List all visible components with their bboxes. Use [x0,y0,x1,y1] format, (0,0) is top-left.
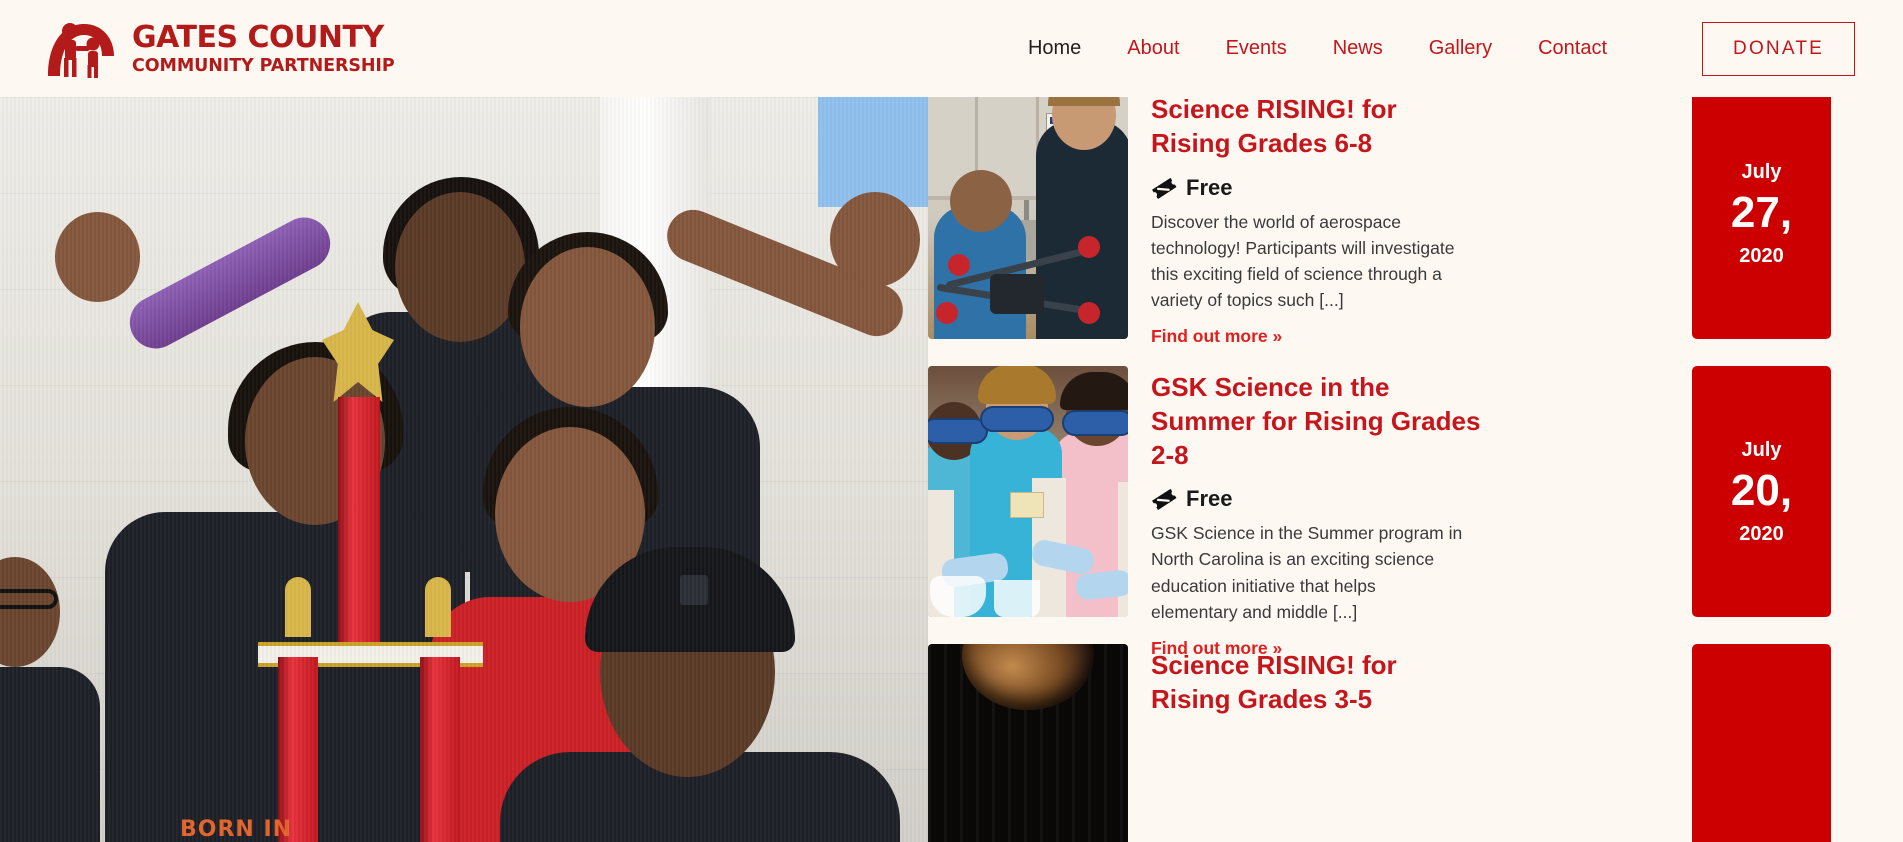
event-date-day: 20, [1730,465,1793,515]
event-card[interactable]: GSK Science in the Summer for Rising Gra… [928,366,1831,658]
nav-item-about[interactable]: About [1104,31,1202,66]
hero-person-1-left-hand [55,212,140,302]
hero-person-6-glasses-icon [0,589,58,609]
event-cost-row: Free [1151,486,1668,512]
event-thumbnail-dark-bubble[interactable] [928,644,1128,842]
site-header: GATES COUNTY COMMUNITY PARTNERSHIP Home … [0,0,1903,97]
event-card[interactable]: Science RISING! for Rising Grades 6-8 Fr… [928,97,1831,346]
event-date-year: 2020 [1739,244,1784,267]
event-date-badge: July 27, 2020 [1692,97,1831,339]
nav-item-contact[interactable]: Contact [1515,31,1630,66]
event-date-badge: July 20, 2020 [1692,366,1831,617]
event-date-day: 27, [1730,187,1793,237]
event-title[interactable]: Science RISING! for Rising Grades 6-8 [1151,97,1481,161]
brand-line-2: COMMUNITY PARTNERSHIP [132,56,395,77]
hero-photo: 2019 BORN IN 90's [0,97,928,842]
brand-wordmark: GATES COUNTY COMMUNITY PARTNERSHIP [132,21,395,76]
event-details: GSK Science in the Summer for Rising Gra… [1139,366,1692,658]
hero-person-6-body [0,667,100,842]
event-date-year: 2020 [1739,522,1784,545]
event-title[interactable]: GSK Science in the Summer for Rising Gra… [1151,371,1481,472]
hero-person-2-head [520,247,655,407]
page-body: 2019 BORN IN 90's [0,97,1903,842]
people-arch-logo-icon [40,18,118,80]
events-list: Science RISING! for Rising Grades 6-8 Fr… [928,97,1903,842]
event-title[interactable]: Science RISING! for Rising Grades 3-5 [1151,649,1481,717]
site-logo[interactable]: GATES COUNTY COMMUNITY PARTNERSHIP [40,18,395,80]
event-details: Science RISING! for Rising Grades 6-8 Fr… [1139,97,1692,346]
donate-button[interactable]: DONATE [1702,21,1855,76]
ticket-icon [1151,486,1177,512]
event-description: Discover the world of aerospace technolo… [1151,211,1455,310]
event-date-month: July [1741,160,1782,183]
nav-item-news[interactable]: News [1310,31,1406,66]
event-thumbnail-classroom-drone[interactable] [928,97,1128,339]
hero-person-1-right-hand [830,192,920,287]
trophy-column-right [420,657,460,842]
nav-item-home[interactable]: Home [1005,31,1104,66]
event-details: Science RISING! for Rising Grades 3-5 [1139,644,1692,842]
trophy-wing-left [285,577,311,637]
event-cost: Free [1186,174,1233,200]
ticket-icon [1151,175,1177,201]
trophy-wing-right [425,577,451,637]
event-date-badge [1692,644,1831,842]
main-navigation: Home About Events News Gallery Contact D… [1005,21,1855,76]
nav-item-events[interactable]: Events [1203,31,1310,66]
trophy-column-upper [338,397,380,657]
hero-window-sky [818,97,928,207]
event-thumbnail-kids-science[interactable] [928,366,1128,617]
event-description: GSK Science in the Summer program in Nor… [1151,523,1463,622]
event-card[interactable]: Science RISING! for Rising Grades 3-5 [928,644,1831,842]
hero-person-1-head [395,192,525,342]
event-date-month: July [1741,438,1782,461]
trophy-column-left [278,657,318,842]
event-cost-row: Free [1151,175,1668,201]
hero-cap-logo-icon [680,575,708,605]
brand-line-1: GATES COUNTY [132,20,384,56]
hero-tshirt-text-1: BORN IN [180,817,293,842]
find-out-more-link[interactable]: Find out more » [1151,326,1282,346]
nav-item-gallery[interactable]: Gallery [1406,31,1515,66]
event-cost: Free [1186,486,1233,512]
